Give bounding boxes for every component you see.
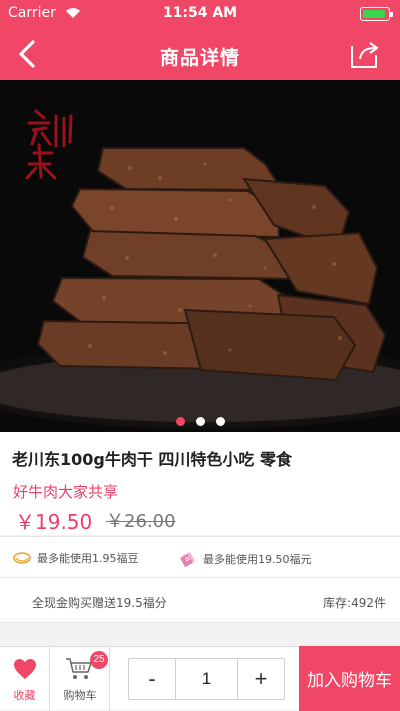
- coin-benefit-label: 最多能使用1.95福豆: [37, 552, 139, 565]
- coin-benefit: 最多能使用1.95福豆: [12, 550, 139, 566]
- bottom-action-bar: 收藏 25 购物车 - + 加入购物车: [0, 646, 400, 711]
- original-price: ￥26.00: [106, 511, 176, 532]
- share-icon: [351, 42, 378, 68]
- battery-icon: [360, 7, 393, 21]
- carousel-dot-3[interactable]: [216, 417, 225, 426]
- favorite-label: 收藏: [13, 690, 36, 702]
- current-price: ￥19.50: [15, 510, 93, 534]
- product-image[interactable]: [0, 80, 400, 432]
- quantity-input[interactable]: [177, 659, 236, 699]
- ticket-benefit-label: 最多能使用19.50福元: [203, 553, 312, 566]
- product-info: 老川东100g牛肉干 四川特色小吃 零食 好牛肉大家共享 ￥19.50 ￥26.…: [0, 432, 400, 535]
- decrease-quantity-button[interactable]: -: [129, 659, 176, 699]
- ticket-benefit: 最多能使用19.50福元: [178, 550, 312, 568]
- stock-row: 全现金购买赠送19.5福分 库存:492件: [0, 578, 400, 623]
- page-title: 商品详情: [159, 47, 240, 69]
- beef-jerky-photo: [0, 80, 400, 432]
- navigation-bar: 商品详情: [0, 28, 400, 80]
- inventory-text: 库存:492件: [323, 596, 386, 610]
- product-title: 老川东100g牛肉干 四川特色小吃 零食: [12, 450, 292, 469]
- cart-count-badge: 25: [90, 651, 108, 669]
- share-button[interactable]: [348, 37, 382, 71]
- battery-cap: [390, 12, 393, 17]
- status-bar: Carrier 11:54 AM: [0, 0, 400, 28]
- benefits-row: 最多能使用1.95福豆 最多能使用19.50福元: [0, 536, 400, 578]
- cart-label: 购物车: [63, 690, 97, 702]
- bonus-points-text: 全现金购买赠送19.5福分: [32, 596, 167, 610]
- ticket-icon: [180, 552, 195, 567]
- battery-fill: [363, 10, 385, 18]
- gold-coin-icon: [13, 552, 31, 564]
- carousel-dot-1[interactable]: [176, 417, 185, 426]
- heart-icon: [14, 659, 36, 679]
- increase-quantity-button[interactable]: +: [237, 659, 284, 699]
- carousel-dot-2[interactable]: [196, 417, 205, 426]
- favorite-button[interactable]: 收藏: [0, 647, 50, 711]
- add-to-cart-button[interactable]: 加入购物车: [299, 646, 400, 711]
- clock: 11:54 AM: [162, 5, 238, 21]
- promotion-text: 好牛肉大家共享: [13, 483, 119, 501]
- quantity-stepper: - +: [128, 658, 285, 700]
- cart-button[interactable]: 25 购物车: [51, 647, 110, 711]
